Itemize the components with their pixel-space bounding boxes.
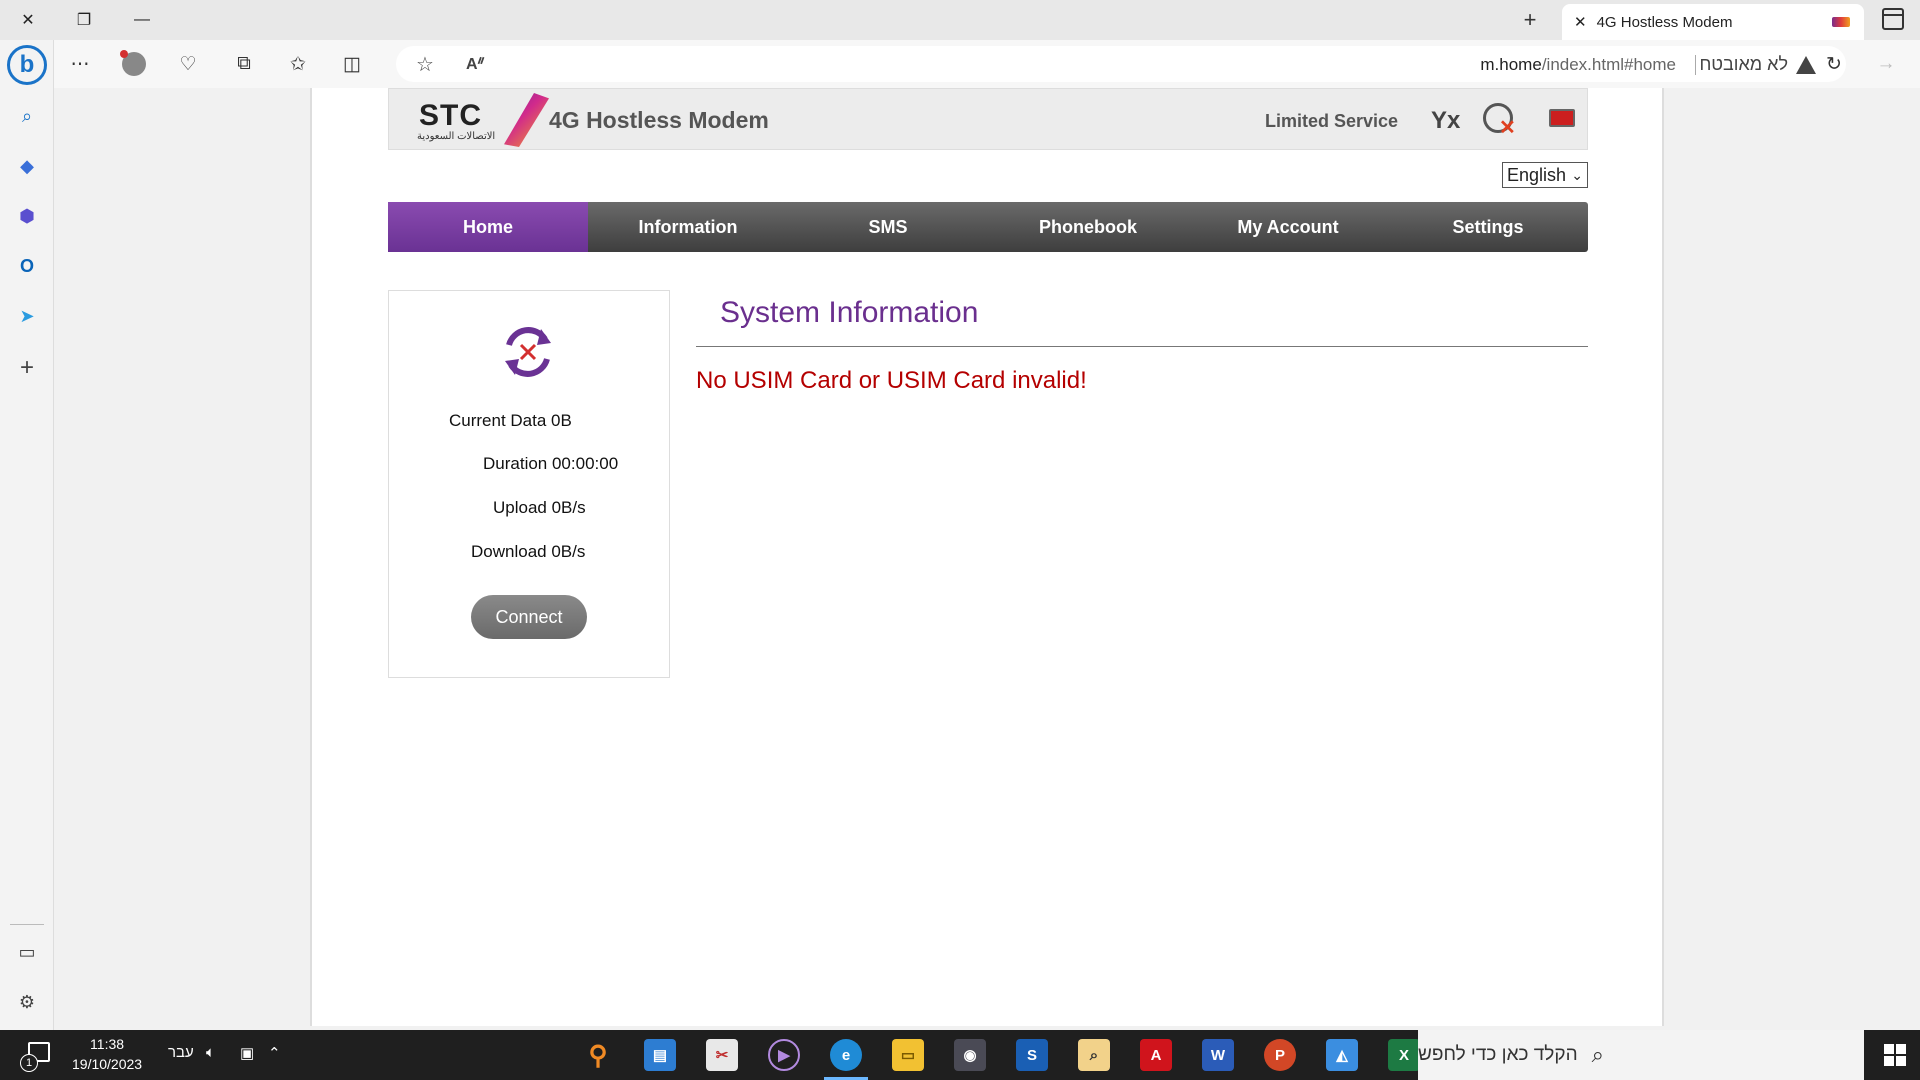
tab-actions-icon[interactable] [1882,8,1904,30]
search-placeholder: הקלד כאן כדי לחפש [1418,1044,1578,1065]
browser-tab[interactable]: ✕ 4G Hostless Modem [1562,4,1864,40]
new-tab-button[interactable]: + [1516,6,1544,34]
favorite-star-icon[interactable]: ☆ [416,52,434,77]
chevron-down-icon: ⌄ [1571,167,1583,183]
upload-speed: Upload 0B/s [493,498,586,517]
input-language[interactable]: עבר [168,1044,194,1061]
modem-header: STC الاتصالات السعودية 4G Hostless Modem… [388,88,1588,150]
no-internet-icon: ✕ [1499,117,1516,139]
tray-chevron-up-icon[interactable]: ⌃ [268,1044,281,1062]
camera-icon[interactable]: ◉ [954,1039,986,1071]
restore-window-icon[interactable]: ❐ [70,6,98,34]
language-value: English [1507,164,1567,185]
browser-toolbar: ⋯ ♡ ⧉ ✩ ◫ ☆ Aᐥ m.home/index.html#home לא… [54,40,1920,88]
stc-logo: STC الاتصالات السعودية [401,93,551,147]
disconnected-icon [505,327,551,377]
logo-text: STC [419,99,482,132]
nav-my-account[interactable]: My Account [1188,202,1388,252]
signal-icon: Yx [1431,107,1461,134]
modem-title: 4G Hostless Modem [549,107,769,133]
meet-icon[interactable]: ▣ [240,1044,254,1062]
connect-button[interactable]: Connect [471,595,587,639]
powerpoint-icon[interactable]: P [1264,1039,1296,1071]
refresh-icon[interactable]: ↻ [1820,50,1848,78]
clock-date: 19/10/2023 [72,1056,143,1072]
sidebar-toggle-icon[interactable]: ▭ [13,938,41,966]
search-app-icon[interactable]: ⚲ [582,1039,614,1071]
search-icon: ⌕ [1591,1042,1604,1067]
news-app-icon[interactable]: ▤ [644,1039,676,1071]
add-sidebar-app-icon[interactable]: + [13,354,41,382]
minimize-window-icon[interactable]: — [128,6,156,34]
current-data: Current Data 0B [449,411,572,430]
service-status: Limited Service [1265,111,1399,131]
media-player-icon[interactable]: ▶ [768,1039,800,1071]
warning-icon [1796,55,1816,74]
office-icon[interactable]: ⬢ [13,202,41,230]
file-explorer-icon[interactable]: ▭ [892,1039,924,1071]
language-select[interactable]: English ⌄ [1502,162,1588,188]
settings-icon[interactable]: ⚙ [13,988,41,1016]
edge-icon[interactable]: e [830,1039,862,1071]
sim-card-icon [1549,109,1575,127]
address-separator [1695,55,1696,75]
more-options-icon[interactable]: ⋯ [66,50,94,78]
connection-status-panel: Current Data 0B Duration 00:00:00 Upload… [388,290,670,678]
photos-icon[interactable]: ◭ [1326,1039,1358,1071]
shopping-icon[interactable]: ◆ [13,152,41,180]
main-nav: Home Information SMS Phonebook My Accoun… [388,202,1588,252]
forward-icon[interactable]: → [1872,50,1900,78]
security-indicator[interactable]: לא מאובטח [1699,54,1816,75]
notification-badge: 1 [20,1054,38,1072]
tab-favicon-icon [1832,17,1850,27]
nav-phonebook[interactable]: Phonebook [988,202,1188,252]
system-info-title: System Information [720,296,979,329]
page-viewport: STC الاتصالات السعودية 4G Hostless Modem… [54,88,1920,1030]
outlook-icon[interactable]: O [13,252,41,280]
title-bar: ✕ ❐ — + ✕ 4G Hostless Modem [0,0,1920,40]
duration: Duration 00:00:00 [483,454,619,473]
nav-settings[interactable]: Settings [1388,202,1588,252]
favorites-icon[interactable]: ✩ [284,50,312,78]
sidebar-divider [10,924,44,925]
taskbar: 1 11:38 19/10/2023 עבר 🔈︎ ▣ ⌃ ⚲ ▤ ✂ ▶ e … [0,1030,1920,1080]
volume-icon[interactable]: 🔈︎ [206,1044,215,1061]
split-screen-icon[interactable]: ◫ [338,50,366,78]
snipping-icon[interactable]: ✂ [706,1039,738,1071]
browser-sidebar: b ⌕ ◆ ⬢ O ➤ + ▭ ⚙ [0,40,54,1030]
clock-time: 11:38 [90,1036,125,1052]
download-speed: Download 0B/s [471,542,586,561]
logo-arabic-text: الاتصالات السعودية [417,131,496,142]
tab-close-icon[interactable]: ✕ [1574,13,1587,31]
modem-page: STC الاتصالات السعودية 4G Hostless Modem… [310,88,1664,1026]
nav-home[interactable]: Home [388,202,588,252]
address-bar[interactable]: ☆ Aᐥ m.home/index.html#home לא מאובטח [396,46,1846,82]
word-icon[interactable]: W [1202,1039,1234,1071]
collections-icon[interactable]: ⧉ [230,50,258,78]
url-text[interactable]: m.home/index.html#home [1480,55,1676,75]
sketchup-icon[interactable]: S [1016,1039,1048,1071]
profile-icon[interactable] [120,50,148,78]
sim-error-message: No USIM Card or USIM Card invalid! [696,367,1087,394]
close-window-icon[interactable]: ✕ [14,6,42,34]
clock[interactable]: 11:38 19/10/2023 [72,1034,142,1074]
search-icon[interactable]: ⌕ [13,102,41,130]
tab-title: 4G Hostless Modem [1596,13,1733,31]
logo-swoosh [504,93,549,147]
windows-start-icon[interactable] [1884,1044,1906,1066]
acrobat-icon[interactable]: A [1140,1039,1172,1071]
read-aloud-icon[interactable]: Aᐥ [466,54,485,74]
taskbar-search[interactable]: ⌕ הקלד כאן כדי לחפש [1418,1030,1864,1080]
bing-icon[interactable]: b [7,45,47,85]
browser-essentials-icon[interactable]: ♡ [174,50,202,78]
nav-sms[interactable]: SMS [788,202,988,252]
image-viewer-icon[interactable]: ⌕ [1078,1039,1110,1071]
nav-information[interactable]: Information [588,202,788,252]
divider [696,346,1588,347]
security-label: לא מאובטח [1699,54,1788,74]
telegram-icon[interactable]: ➤ [13,302,41,330]
excel-icon[interactable]: X [1388,1039,1420,1071]
